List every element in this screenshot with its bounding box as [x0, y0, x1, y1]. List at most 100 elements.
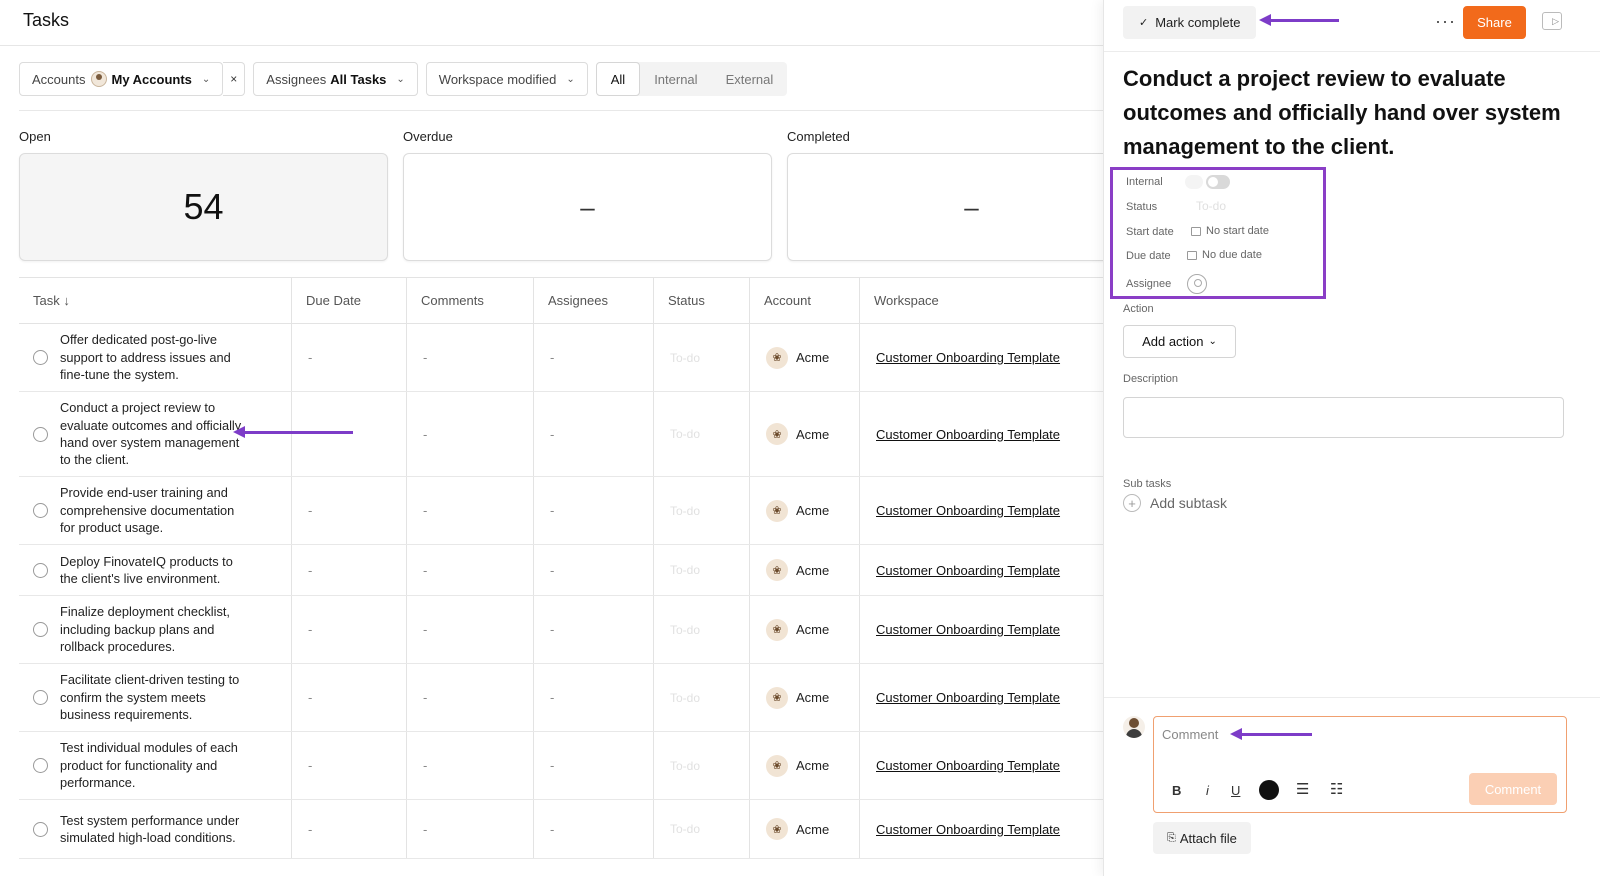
workspace-link[interactable]: Customer Onboarding Template — [876, 622, 1060, 637]
complete-task-radio[interactable] — [33, 690, 48, 705]
workspace-link[interactable]: Customer Onboarding Template — [876, 503, 1060, 518]
task-name[interactable]: Offer dedicated post-go-live support to … — [60, 331, 245, 383]
table-row[interactable]: Facilitate client-driven testing to conf… — [19, 664, 1124, 732]
column-header-account[interactable]: Account — [749, 278, 859, 323]
account-cell[interactable]: ❀ Acme — [749, 732, 859, 799]
workspace-link[interactable]: Customer Onboarding Template — [876, 350, 1060, 365]
status-cell[interactable]: To-do — [653, 545, 749, 595]
clear-accounts-filter-button[interactable]: × — [223, 62, 246, 96]
mark-complete-button[interactable]: ✓ Mark complete — [1123, 6, 1257, 39]
segment-external[interactable]: External — [712, 62, 788, 96]
due-date-cell[interactable]: - — [291, 664, 406, 731]
numbered-list-icon[interactable]: ☷ — [1330, 780, 1343, 798]
account-cell[interactable]: ❀ Acme — [749, 324, 859, 391]
table-row[interactable]: Test system performance under simulated … — [19, 800, 1124, 859]
status-cell[interactable]: To-do — [653, 324, 749, 391]
due-date-cell[interactable]: - — [291, 800, 406, 858]
bullet-list-icon[interactable]: ☰ — [1296, 780, 1309, 798]
complete-task-radio[interactable] — [33, 758, 48, 773]
assignees-cell[interactable]: - — [533, 732, 653, 799]
workspace-link[interactable]: Customer Onboarding Template — [876, 690, 1060, 705]
workspace-link[interactable]: Customer Onboarding Template — [876, 563, 1060, 578]
accounts-filter[interactable]: Accounts My Accounts ⌄ — [19, 62, 224, 96]
column-header-assignees[interactable]: Assignees — [533, 278, 653, 323]
account-cell[interactable]: ❀ Acme — [749, 664, 859, 731]
table-row[interactable]: Conduct a project review to evaluate out… — [19, 392, 1124, 477]
assignees-cell[interactable]: - — [533, 596, 653, 663]
open-stat-card[interactable]: 54 — [19, 153, 388, 261]
add-action-button[interactable]: Add action ⌄ — [1123, 325, 1236, 358]
table-row[interactable]: Test individual modules of each product … — [19, 732, 1124, 800]
task-name[interactable]: Deploy FinovateIQ products to the client… — [60, 553, 245, 588]
task-name[interactable]: Finalize deployment checklist, including… — [60, 603, 245, 655]
due-date-cell[interactable]: - — [291, 596, 406, 663]
task-name[interactable]: Conduct a project review to evaluate out… — [60, 399, 245, 469]
task-name[interactable]: Provide end-user training and comprehens… — [60, 484, 245, 536]
collapse-panel-icon[interactable]: ▷ — [1542, 12, 1562, 30]
status-cell[interactable]: To-do — [653, 800, 749, 858]
column-header-workspace[interactable]: Workspace — [859, 278, 1124, 323]
assignees-cell[interactable]: - — [533, 800, 653, 858]
task-name[interactable]: Facilitate client-driven testing to conf… — [60, 671, 245, 723]
add-subtask-button[interactable]: + Add subtask — [1123, 494, 1227, 512]
column-header-comments[interactable]: Comments — [406, 278, 533, 323]
text-color-button[interactable] — [1259, 780, 1279, 800]
status-cell[interactable]: To-do — [653, 596, 749, 663]
account-cell[interactable]: ❀ Acme — [749, 392, 859, 476]
italic-button[interactable]: i — [1206, 783, 1209, 798]
description-field[interactable] — [1123, 397, 1564, 438]
segment-internal[interactable]: Internal — [640, 62, 711, 96]
account-cell[interactable]: ❀ Acme — [749, 596, 859, 663]
account-cell[interactable]: ❀ Acme — [749, 800, 859, 858]
column-header-due-date[interactable]: Due Date — [291, 278, 406, 323]
assignees-cell[interactable]: - — [533, 392, 653, 476]
workspace-link[interactable]: Customer Onboarding Template — [876, 427, 1060, 442]
status-cell[interactable]: To-do — [653, 732, 749, 799]
workspace-link[interactable]: Customer Onboarding Template — [876, 758, 1060, 773]
segment-all[interactable]: All — [595, 62, 641, 96]
workspace-filter[interactable]: Workspace modified ⌄ — [425, 62, 588, 96]
complete-task-radio[interactable] — [33, 503, 48, 518]
bold-button[interactable]: B — [1172, 783, 1181, 798]
due-date-cell[interactable]: - — [291, 477, 406, 544]
table-row[interactable]: Provide end-user training and comprehens… — [19, 477, 1124, 545]
underline-button[interactable]: U — [1231, 783, 1240, 798]
due-date-cell[interactable] — [291, 392, 406, 476]
complete-task-radio[interactable] — [33, 426, 48, 442]
table-row[interactable]: Offer dedicated post-go-live support to … — [19, 324, 1124, 392]
due-date-picker[interactable]: No due date — [1187, 249, 1262, 261]
assignees-cell[interactable]: - — [533, 664, 653, 731]
column-header-status[interactable]: Status — [653, 278, 749, 323]
complete-task-radio[interactable] — [33, 562, 48, 578]
assignees-cell[interactable]: - — [533, 477, 653, 544]
account-cell[interactable]: ❀ Acme — [749, 545, 859, 595]
status-cell[interactable]: To-do — [653, 664, 749, 731]
assignees-cell[interactable]: - — [533, 545, 653, 595]
internal-toggle[interactable] — [1206, 175, 1230, 189]
account-cell[interactable]: ❀ Acme — [749, 477, 859, 544]
due-date-cell[interactable]: - — [291, 732, 406, 799]
share-button[interactable]: Share — [1463, 6, 1526, 39]
start-date-picker[interactable]: No start date — [1191, 225, 1269, 237]
task-title[interactable]: Conduct a project review to evaluate out… — [1123, 62, 1563, 164]
comment-submit-button[interactable]: Comment — [1469, 773, 1557, 805]
status-cell[interactable]: To-do — [653, 392, 749, 476]
completed-stat-card[interactable]: – — [787, 153, 1124, 261]
complete-task-radio[interactable] — [33, 350, 48, 365]
attach-file-button[interactable]: ⎘ Attach file — [1153, 822, 1251, 854]
assignees-cell[interactable]: - — [533, 324, 653, 391]
assignees-filter[interactable]: Assignees All Tasks ⌄ — [253, 62, 418, 96]
more-options-icon[interactable]: ··· — [1435, 11, 1456, 32]
status-value[interactable]: To-do — [1196, 199, 1226, 213]
table-row[interactable]: Deploy FinovateIQ products to the client… — [19, 545, 1124, 596]
table-row[interactable]: Finalize deployment checklist, including… — [19, 596, 1124, 664]
workspace-link[interactable]: Customer Onboarding Template — [876, 822, 1060, 837]
assignee-picker-icon[interactable] — [1187, 274, 1207, 294]
overdue-stat-card[interactable]: – — [403, 153, 772, 261]
complete-task-radio[interactable] — [33, 622, 48, 637]
column-header-task[interactable]: Task ↓ — [19, 278, 291, 323]
status-cell[interactable]: To-do — [653, 477, 749, 544]
task-name[interactable]: Test system performance under simulated … — [60, 812, 245, 847]
due-date-cell[interactable]: - — [291, 545, 406, 595]
complete-task-radio[interactable] — [33, 821, 48, 837]
